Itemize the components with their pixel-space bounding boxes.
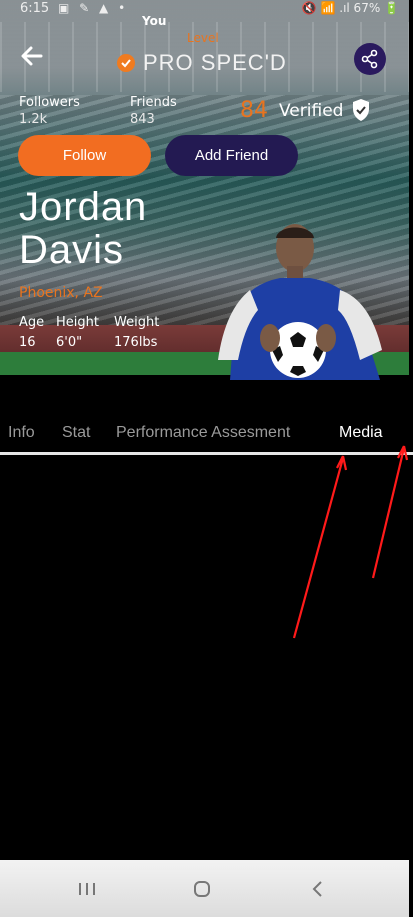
tab-underline bbox=[0, 452, 413, 455]
height-attribute: Height 6'0" bbox=[56, 313, 99, 353]
friends-label: Friends bbox=[130, 95, 177, 110]
age-attribute: Age 16 bbox=[19, 313, 44, 353]
recent-apps-icon[interactable] bbox=[72, 874, 102, 904]
user-label: You bbox=[142, 14, 167, 28]
weight-attribute: Weight 176lbs bbox=[114, 313, 159, 353]
verified-shield-icon bbox=[351, 98, 371, 122]
verified-label: Verified bbox=[279, 101, 344, 121]
level-badge: PRO SPEC'D bbox=[117, 50, 287, 76]
level-name: PRO SPEC'D bbox=[143, 50, 287, 75]
system-icons: 🔇 📶 .ıl 67% 🔋 bbox=[301, 1, 399, 15]
status-bar: 6:15 ▣ ✎ ▲ • 🔇 📶 .ıl 67% 🔋 bbox=[0, 0, 413, 20]
player-score: 84 bbox=[240, 98, 268, 123]
profile-tabs: Info Stat Performance Assesment Media bbox=[0, 419, 413, 455]
level-label: Level bbox=[187, 31, 219, 45]
weight-value: 176lbs bbox=[114, 335, 158, 350]
followers-count[interactable]: Followers 1.2k bbox=[19, 94, 80, 128]
status-time: 6:15 bbox=[20, 1, 50, 16]
add-friend-button[interactable]: Add Friend bbox=[165, 135, 298, 176]
android-nav-bar bbox=[0, 860, 409, 917]
home-icon[interactable] bbox=[187, 874, 217, 904]
followers-value: 1.2k bbox=[19, 112, 48, 127]
player-name: Jordan Davis bbox=[19, 186, 147, 272]
last-name: Davis bbox=[19, 228, 125, 272]
age-value: 16 bbox=[19, 335, 36, 350]
share-icon[interactable] bbox=[354, 43, 386, 75]
follow-button[interactable]: Follow bbox=[18, 135, 151, 176]
tab-performance-assessment[interactable]: Performance Assesment bbox=[116, 424, 290, 442]
first-name: Jordan bbox=[19, 185, 148, 229]
weight-label: Weight bbox=[114, 315, 160, 330]
followers-label: Followers bbox=[19, 95, 80, 110]
tab-info[interactable]: Info bbox=[8, 424, 35, 442]
friends-count[interactable]: Friends 843 bbox=[130, 94, 177, 128]
back-arrow-icon[interactable] bbox=[17, 41, 47, 71]
height-label: Height bbox=[56, 315, 99, 330]
back-nav-icon[interactable] bbox=[303, 874, 333, 904]
notification-icons: ▣ ✎ ▲ • bbox=[58, 1, 129, 15]
tab-media[interactable]: Media bbox=[339, 424, 383, 442]
friends-value: 843 bbox=[130, 112, 155, 127]
player-location: Phoenix, AZ bbox=[19, 285, 103, 301]
age-label: Age bbox=[19, 315, 45, 330]
height-value: 6'0" bbox=[56, 335, 83, 350]
tab-stat[interactable]: Stat bbox=[62, 424, 90, 442]
check-icon bbox=[117, 54, 135, 72]
player-photo bbox=[210, 220, 390, 380]
